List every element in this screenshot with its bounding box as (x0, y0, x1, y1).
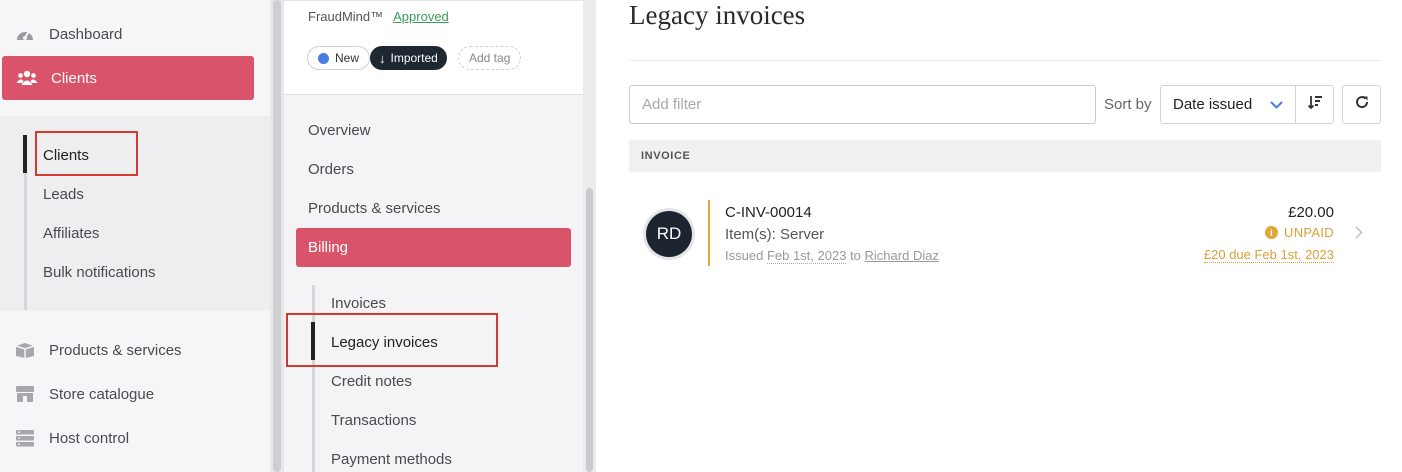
client-menu-overview[interactable]: Overview (308, 122, 371, 139)
invoice-number: C-INV-00014 (725, 204, 812, 221)
subnav-item-clients[interactable]: Clients (43, 147, 89, 164)
refresh-button[interactable] (1342, 85, 1381, 124)
server-icon (14, 427, 36, 449)
divider (284, 0, 583, 1)
refresh-icon (1354, 94, 1370, 115)
invoice-amount: £20.00 (1288, 204, 1334, 221)
clients-subnav: Clients Leads Affiliates Bulk notificati… (0, 116, 270, 311)
users-icon (16, 67, 38, 89)
sort-select-value: Date issued (1173, 96, 1253, 113)
arrow-down-icon: ↓ (379, 50, 386, 66)
gauge-icon (14, 23, 36, 45)
sidebar-item-label: Clients (51, 69, 97, 87)
invoice-due: £20 due Feb 1st, 2023 (1203, 247, 1334, 263)
store-icon (14, 383, 36, 405)
subnav-item-leads[interactable]: Leads (43, 186, 84, 203)
filter-input[interactable] (629, 85, 1096, 124)
tag-imported[interactable]: ↓ Imported (370, 46, 447, 70)
chevron-right-icon (1355, 226, 1363, 244)
client-panel-scrollbar[interactable] (583, 0, 596, 472)
sort-by-label: Sort by (1104, 96, 1152, 113)
client-link[interactable]: Richard Diaz (865, 248, 939, 263)
tag-label: Add tag (469, 51, 511, 65)
sort-direction-button[interactable] (1295, 85, 1334, 124)
box-icon (14, 339, 36, 361)
avatar: RD (646, 211, 692, 257)
billing-sub-payment-methods[interactable]: Payment methods (331, 451, 452, 468)
client-menu-billing[interactable]: Billing (296, 228, 571, 267)
fraud-label: FraudMind™ (308, 9, 384, 24)
tag-new[interactable]: New (307, 46, 371, 70)
sidebar-item-label: Host control (49, 429, 130, 447)
chevron-down-icon (1270, 96, 1283, 113)
scrollbar-thumb[interactable] (273, 0, 281, 472)
invoice-items: Item(s): Server (725, 226, 825, 243)
sidebar-scrollbar[interactable] (270, 0, 284, 472)
issued-prefix: Issued (725, 248, 764, 263)
info-icon: i (1265, 226, 1279, 239)
client-panel: FraudMind™ Approved New ↓ Imported Add ta… (284, 0, 596, 472)
sidebar-item-store-catalogue[interactable]: Store catalogue (0, 372, 270, 416)
sort-select[interactable]: Date issued (1160, 85, 1296, 124)
invoice-issued: Issued Feb 1st, 2023 to Richard Diaz (725, 248, 939, 264)
status-bar (708, 200, 710, 266)
sort-descending-icon (1307, 94, 1323, 115)
main-sidebar: Dashboard Clients Clients Leads Affiliat… (0, 0, 270, 472)
column-header-invoice: INVOICE (641, 150, 691, 162)
client-menu-orders[interactable]: Orders (308, 161, 354, 178)
issued-to: to (850, 248, 861, 263)
menu-label: Billing (308, 239, 349, 256)
table-header: INVOICE (629, 140, 1381, 172)
sidebar-item-label: Dashboard (49, 25, 123, 43)
fraud-check: FraudMind™ Approved (308, 9, 449, 24)
tag-label: New (335, 51, 360, 65)
table-row[interactable]: RD C-INV-00014 Item(s): Server Issued Fe… (629, 188, 1381, 276)
status-badge: i UNPAID (1265, 225, 1334, 240)
tag-label: Imported (390, 51, 438, 65)
sidebar-item-label: Products & services (49, 341, 182, 359)
sidebar-item-host-control[interactable]: Host control (0, 416, 270, 460)
sidebar-item-clients[interactable]: Clients (2, 56, 254, 100)
billing-sub-invoices[interactable]: Invoices (331, 295, 386, 312)
billing-sub-credit-notes[interactable]: Credit notes (331, 373, 412, 390)
billing-subnav-rail (312, 285, 315, 472)
subnav-active-indicator (23, 135, 27, 173)
client-summary: FraudMind™ Approved New ↓ Imported Add ta… (284, 0, 583, 95)
billing-sub-legacy-invoices[interactable]: Legacy invoices (331, 334, 438, 351)
sidebar-item-dashboard[interactable]: Dashboard (0, 12, 270, 56)
page-title: Legacy invoices (629, 0, 806, 30)
client-menu-products-services[interactable]: Products & services (308, 200, 441, 217)
billing-sub-transactions[interactable]: Transactions (331, 412, 416, 429)
billing-subnav-active-indicator (311, 322, 315, 360)
fraud-status-link[interactable]: Approved (393, 9, 449, 24)
subnav-item-affiliates[interactable]: Affiliates (43, 225, 99, 242)
sidebar-item-products-services[interactable]: Products & services (0, 328, 270, 372)
subnav-item-bulk-notifications[interactable]: Bulk notifications (43, 264, 156, 281)
scrollbar-thumb[interactable] (586, 188, 593, 472)
status-label: UNPAID (1284, 225, 1334, 240)
status-dot-icon (318, 52, 329, 64)
divider (629, 60, 1381, 61)
add-tag-button[interactable]: Add tag (458, 46, 522, 70)
sidebar-item-label: Store catalogue (49, 385, 155, 403)
issued-date: Feb 1st, 2023 (766, 248, 847, 264)
